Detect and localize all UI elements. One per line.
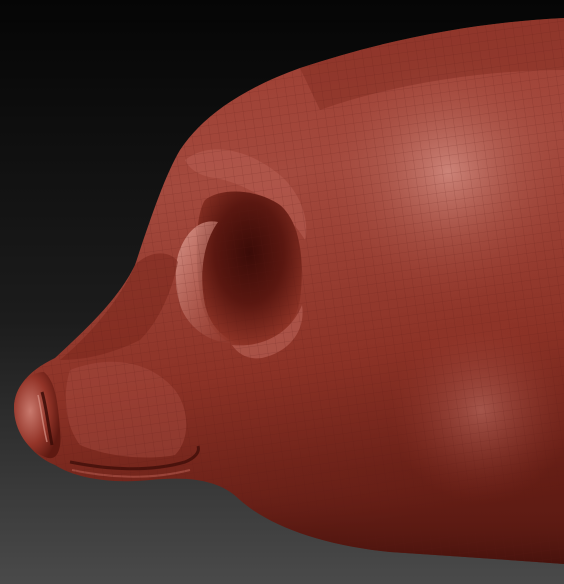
sculpt-canvas[interactable] (0, 0, 564, 584)
sculpt-viewport[interactable] (0, 0, 564, 584)
